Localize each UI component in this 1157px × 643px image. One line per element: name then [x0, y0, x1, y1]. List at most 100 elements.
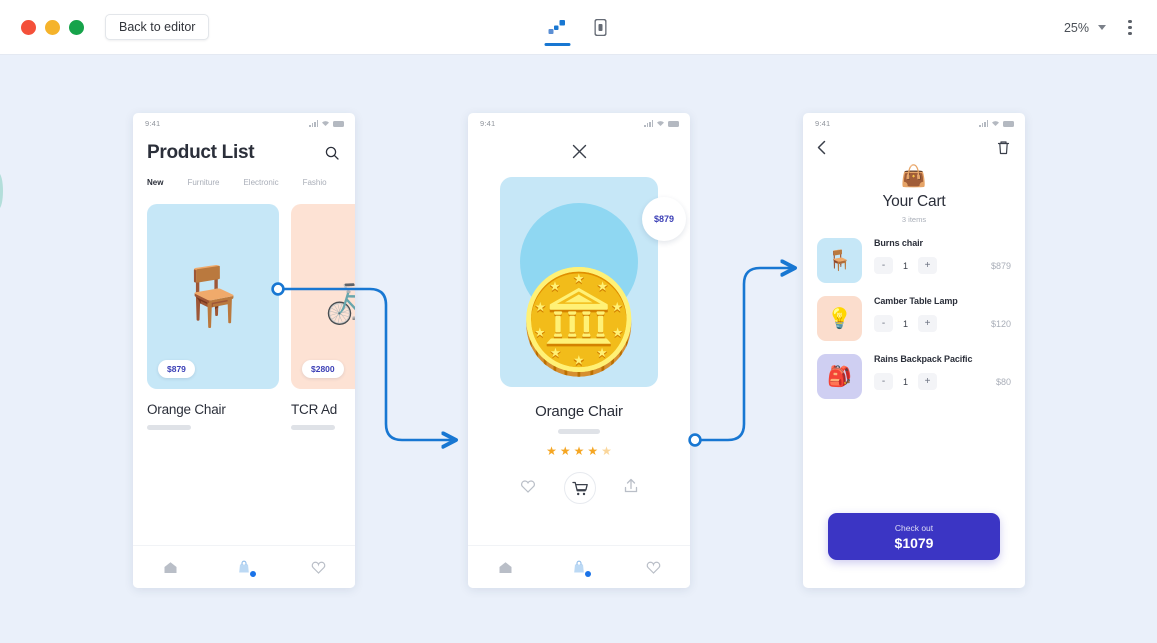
flow-view-button[interactable]	[542, 8, 572, 48]
product-name: Orange Chair	[535, 403, 623, 420]
share-icon[interactable]	[624, 478, 638, 498]
checkout-button[interactable]: Check out $1079	[828, 513, 1000, 560]
cart-icon	[572, 481, 588, 495]
chevron-down-icon[interactable]	[1098, 25, 1106, 30]
artboard-cart[interactable]: 9:41 👜 Your Cart 3 items 🪑 Burns chair -…	[803, 113, 1025, 588]
chevron-left-icon	[817, 140, 826, 155]
decrement-button[interactable]: -	[874, 257, 893, 274]
more-options-button[interactable]	[1119, 15, 1141, 41]
wifi-icon	[992, 121, 999, 126]
cart-item-price: $879	[990, 260, 1011, 271]
increment-button[interactable]: +	[918, 257, 937, 274]
device-view-button[interactable]	[585, 8, 615, 48]
active-tool-underline	[544, 42, 570, 46]
cart-row[interactable]: 🎒 Rains Backpack Pacific - 1 + $80	[817, 354, 1011, 399]
tab-fashion[interactable]: Fashio	[303, 178, 327, 187]
cart-row[interactable]: 🪑 Burns chair - 1 + $879	[817, 238, 1011, 283]
chair-icon: 🪑	[817, 238, 862, 283]
flow-canvas[interactable]: 9:41 Product List New Furniture Electron…	[0, 55, 1157, 643]
connector-detail-to-cart	[688, 268, 794, 447]
category-tabs[interactable]: New Furniture Electronic Fashio	[133, 164, 355, 187]
close-icon	[572, 144, 586, 159]
close-window-button[interactable]	[21, 19, 36, 35]
detail-actions	[468, 472, 690, 504]
decrement-button[interactable]: -	[874, 373, 893, 390]
chair-icon: 🪙	[516, 266, 642, 378]
heart-icon[interactable]	[520, 479, 536, 498]
search-icon[interactable]	[325, 146, 339, 160]
cart-item-price: $120	[990, 318, 1011, 329]
heart-icon[interactable]	[308, 557, 328, 577]
product-card[interactable]: 🪑 $879 Orange Chair	[147, 204, 279, 430]
top-toolbar: Back to editor 25%	[0, 0, 1157, 55]
bag-badge-dot	[585, 571, 591, 577]
device-icon	[594, 19, 606, 36]
quantity-stepper[interactable]: - 1 + $120	[874, 315, 1011, 332]
home-icon[interactable]	[495, 557, 515, 577]
view-mode-tools	[542, 0, 615, 55]
chair-icon: 🪑	[176, 263, 250, 329]
add-to-cart-button[interactable]	[564, 472, 596, 504]
bag-icon[interactable]	[234, 557, 256, 577]
connector-start-handle[interactable]	[688, 433, 702, 447]
heart-icon[interactable]	[643, 557, 663, 577]
quantity-stepper[interactable]: - 1 + $80	[874, 373, 1011, 390]
zoom-controls: 25%	[1064, 0, 1141, 55]
cart-item-info: Camber Table Lamp - 1 + $120	[874, 296, 1011, 332]
star-icon: ★	[587, 444, 599, 458]
status-time: 9:41	[480, 119, 496, 128]
zoom-level-label: 25%	[1063, 20, 1089, 35]
checkout-total: $1079	[894, 534, 934, 551]
increment-button[interactable]: +	[918, 373, 937, 390]
battery-icon	[668, 121, 679, 127]
bag-icon[interactable]	[569, 557, 591, 577]
product-name: TCR Ad	[291, 402, 338, 417]
quantity-value: 1	[902, 318, 908, 329]
page-title: Product List	[147, 142, 255, 163]
product-name: Orange Chair	[147, 402, 226, 417]
bottom-tab-bar[interactable]	[468, 545, 690, 588]
cart-item-price: $80	[995, 376, 1011, 387]
back-to-editor-button[interactable]: Back to editor	[105, 14, 210, 40]
cart-item-info: Burns chair - 1 + $879	[874, 238, 1011, 274]
lamp-icon: 💡	[817, 296, 862, 341]
product-image: 🪑 $879	[147, 204, 279, 389]
product-price: $879	[158, 360, 195, 378]
bag-badge-dot	[250, 571, 256, 577]
product-grid: 🪑 $879 Orange Chair 🚲 $2800 TCR Ad	[133, 187, 355, 430]
product-hero-image: 🪙 $879	[500, 177, 686, 387]
quantity-value: 1	[902, 376, 908, 387]
signal-icon	[644, 120, 653, 127]
artboard-product-list[interactable]: 9:41 Product List New Furniture Electron…	[133, 113, 355, 588]
product-subtitle-placeholder	[291, 425, 335, 430]
cart-bag-icon: 👜	[900, 165, 928, 188]
star-icon-half: ★	[601, 444, 612, 458]
page-title: Your Cart	[882, 193, 946, 210]
checkout-label: Check out	[894, 522, 934, 533]
tab-electronic[interactable]: Electronic	[243, 178, 278, 187]
quantity-stepper[interactable]: - 1 + $879	[874, 257, 1011, 274]
star-icon: ★	[573, 444, 585, 458]
tab-furniture[interactable]: Furniture	[187, 178, 219, 187]
bottom-tab-bar[interactable]	[133, 545, 355, 588]
maximize-window-button[interactable]	[69, 19, 84, 35]
battery-icon	[1003, 121, 1014, 127]
close-button[interactable]	[468, 134, 690, 159]
home-icon[interactable]	[160, 557, 180, 577]
status-time: 9:41	[815, 119, 831, 128]
increment-button[interactable]: +	[918, 315, 937, 332]
product-subtitle-placeholder	[558, 429, 600, 434]
cart-item-name: Burns chair	[874, 238, 923, 248]
flow-icon	[548, 20, 565, 34]
tab-new[interactable]: New	[147, 178, 163, 187]
minimize-window-button[interactable]	[45, 19, 60, 35]
decrement-button[interactable]: -	[874, 315, 893, 332]
product-subtitle-placeholder	[147, 425, 191, 430]
artboard-product-detail[interactable]: 9:41 🪙 $879 Orange Chair ★ ★ ★ ★ ★	[468, 113, 690, 588]
product-card[interactable]: 🚲 $2800 TCR Ad	[291, 204, 355, 430]
cart-row[interactable]: 💡 Camber Table Lamp - 1 + $120	[817, 296, 1011, 341]
status-icons	[644, 120, 679, 127]
delete-all-button[interactable]	[997, 140, 1010, 160]
back-button[interactable]	[817, 140, 826, 160]
status-icons	[309, 120, 344, 127]
